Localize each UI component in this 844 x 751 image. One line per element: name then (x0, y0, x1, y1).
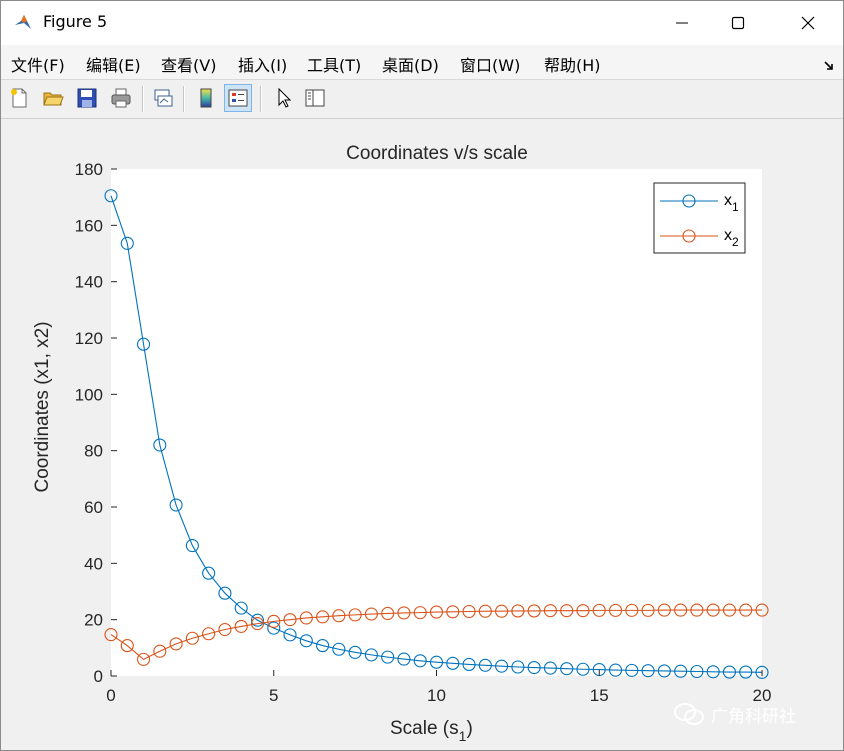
plot-svg: 0 5 10 15 20020406080100120140160180 Coordin… (32, 143, 771, 744)
y-tick-label: 120 (75, 329, 103, 348)
y-axis-label: Coordinates (x1, x2) (32, 321, 53, 492)
figure-window: Figure 5 文件(F) 编辑(E) 查看(V) 插入(I) 工具(T) 桌… (0, 0, 844, 751)
maximize-button[interactable] (715, 1, 761, 45)
menu-file[interactable]: 文件(F) (11, 52, 65, 76)
toolbar-separator (142, 86, 144, 112)
x-tick-label: 5 (269, 686, 278, 705)
matlab-logo-icon (13, 12, 33, 32)
minimize-button[interactable] (659, 1, 705, 45)
maximize-icon (731, 16, 745, 30)
open-file-icon[interactable] (39, 84, 67, 112)
minimize-icon (676, 22, 688, 24)
y-tick-label: 180 (75, 160, 103, 179)
close-button[interactable] (785, 1, 831, 45)
menu-bar: 文件(F) 编辑(E) 查看(V) 插入(I) 工具(T) 桌面(D) 窗口(W… (1, 45, 843, 80)
colorbar-icon[interactable] (192, 84, 220, 112)
menu-help[interactable]: 帮助(H) (544, 52, 601, 76)
toolbar-separator (260, 86, 262, 112)
title-bar[interactable]: Figure 5 (1, 1, 843, 45)
new-figure-icon[interactable] (5, 84, 33, 112)
watermark-text: 广角科研社 (711, 706, 796, 727)
toolbar-separator (183, 86, 185, 112)
watermark: 广角科研社 (673, 701, 796, 727)
menu-edit[interactable]: 编辑(E) (86, 52, 141, 76)
menu-desktop[interactable]: 桌面(D) (382, 52, 439, 76)
pointer-icon[interactable] (269, 84, 297, 112)
menu-window[interactable]: 窗口(W) (460, 52, 520, 76)
x-tick-label: 0 (106, 686, 115, 705)
y-tick-label: 20 (84, 611, 103, 630)
x-tick-label: 15 (590, 686, 609, 705)
menu-tools[interactable]: 工具(T) (307, 52, 361, 76)
save-icon[interactable] (73, 84, 101, 112)
y-tick-label: 140 (75, 273, 103, 292)
property-editor-icon[interactable] (301, 84, 329, 112)
legend-icon[interactable] (224, 84, 252, 112)
chart-title: Coordinates v/s scale (346, 143, 528, 164)
wechat-icon (674, 703, 704, 725)
figure-canvas[interactable]: 0 5 10 15 20 0 20 40 60 80 100 120 140 160 180 Coordin… (1, 119, 843, 750)
link-plot-icon[interactable] (149, 84, 177, 112)
y-tick-label: 60 (84, 498, 103, 517)
y-tick-label: 80 (84, 442, 103, 461)
close-icon (801, 16, 815, 30)
x-axis-label: Scale (s1) (390, 718, 473, 744)
y-tick-label: 40 (84, 554, 103, 573)
print-icon[interactable] (107, 84, 135, 112)
y-tick-label: 100 (75, 385, 103, 404)
y-tick-label: 0 (94, 667, 103, 686)
legend-box[interactable]: x1 x2 (653, 182, 746, 254)
x-tick-label: 10 (427, 686, 446, 705)
y-tick-label: 160 (75, 216, 103, 235)
menu-insert[interactable]: 插入(I) (238, 52, 287, 76)
window-title: Figure 5 (43, 12, 108, 31)
menu-view[interactable]: 查看(V) (161, 52, 216, 76)
figure-toolbar (1, 80, 843, 119)
toolstrip-dock-icon[interactable] (823, 57, 835, 76)
